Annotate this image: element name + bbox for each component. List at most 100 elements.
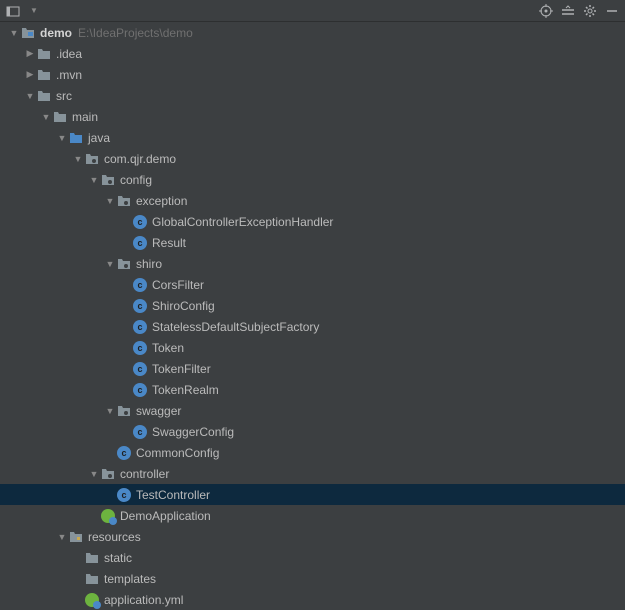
tree-item[interactable]: DemoApplication (0, 505, 625, 526)
tree-item-label: CommonConfig (136, 446, 219, 460)
toolbar-left: ▼ (6, 4, 539, 18)
java-class-icon: c (132, 214, 148, 230)
chevron-down-icon[interactable]: ▼ (104, 259, 116, 269)
chevron-down-icon[interactable]: ▼ (72, 154, 84, 164)
tree-item-path: E:\IdeaProjects\demo (78, 26, 193, 40)
package-icon (84, 151, 100, 167)
java-class-icon: c (132, 361, 148, 377)
folder-icon (52, 109, 68, 125)
collapse-icon[interactable] (561, 4, 575, 18)
package-icon (100, 466, 116, 482)
target-icon[interactable] (539, 4, 553, 18)
tree-item[interactable]: cTokenRealm (0, 379, 625, 400)
chevron-down-icon[interactable]: ▼ (56, 532, 68, 542)
tree-item-label: templates (104, 572, 156, 586)
chevron-down-icon[interactable]: ▼ (104, 406, 116, 416)
tree-item-label: src (56, 89, 72, 103)
tree-item[interactable]: ▼ config (0, 169, 625, 190)
tree-item-label: config (120, 173, 152, 187)
java-class-icon: c (132, 340, 148, 356)
chevron-right-icon[interactable]: ▶ (24, 48, 36, 59)
package-icon (116, 403, 132, 419)
tree-item-label: exception (136, 194, 187, 208)
tree-item[interactable]: ▼controller (0, 463, 625, 484)
tree-item[interactable]: ▼ swagger (0, 400, 625, 421)
tree-item[interactable]: ▼ resources (0, 526, 625, 547)
tree-item-label: CorsFilter (152, 278, 204, 292)
toolbar: ▼ (0, 0, 625, 22)
tree-item-label: demo (40, 26, 72, 40)
tree-item[interactable]: ▼ java (0, 127, 625, 148)
spring-icon (84, 592, 100, 608)
package-icon (100, 172, 116, 188)
tree-item-label: Token (152, 341, 184, 355)
package-icon (116, 256, 132, 272)
tree-item-label: GlobalControllerExceptionHandler (152, 215, 333, 229)
tree-item-label: DemoApplication (120, 509, 211, 523)
tree-item[interactable]: cResult (0, 232, 625, 253)
tree-item-label: SwaggerConfig (152, 425, 234, 439)
tree-item-label: shiro (136, 257, 162, 271)
module-icon (20, 25, 36, 41)
tree-item[interactable]: cShiroConfig (0, 295, 625, 316)
project-tab-icon (6, 4, 20, 18)
chevron-down-icon[interactable]: ▼ (56, 133, 68, 143)
chevron-down-icon[interactable]: ▼ (88, 175, 100, 185)
chevron-right-icon[interactable]: ▶ (24, 69, 36, 80)
java-class-icon: c (132, 382, 148, 398)
tree-item[interactable]: c GlobalControllerExceptionHandler (0, 211, 625, 232)
tree-item[interactable]: application.yml (0, 589, 625, 610)
tree-item[interactable]: ▼ com.qjr.demo (0, 148, 625, 169)
tree-item[interactable]: c TokenFilter (0, 358, 625, 379)
package-icon (116, 193, 132, 209)
tree-item[interactable]: c CorsFilter (0, 274, 625, 295)
tree-item[interactable]: ▼ exception (0, 190, 625, 211)
tree-item[interactable]: c SwaggerConfig (0, 421, 625, 442)
tree-item[interactable]: ▶ .mvn (0, 64, 625, 85)
tree-item-label: resources (88, 530, 141, 544)
folder-icon (36, 67, 52, 83)
tree-item-label: swagger (136, 404, 181, 418)
tree-item[interactable]: c StatelessDefaultSubjectFactory (0, 316, 625, 337)
tree-item-label: .idea (56, 47, 82, 61)
java-class-icon: c (132, 424, 148, 440)
tree-item-label: com.qjr.demo (104, 152, 176, 166)
tree-item-label: main (72, 110, 98, 124)
chevron-down-icon[interactable]: ▼ (8, 28, 20, 38)
tree-item[interactable]: ▼ src (0, 85, 625, 106)
tree-item[interactable]: ▶ .idea (0, 43, 625, 64)
project-tree: ▼ demo E:\IdeaProjects\demo ▶ .idea ▶ .mvn ▼ src… (0, 22, 625, 610)
tree-item-label: StatelessDefaultSubjectFactory (152, 320, 319, 334)
tree-item-label: TokenFilter (152, 362, 211, 376)
tree-item[interactable]: ▼ shiro (0, 253, 625, 274)
java-class-icon: c (132, 319, 148, 335)
chevron-down-icon[interactable]: ▼ (88, 469, 100, 479)
tree-item[interactable]: c Token (0, 337, 625, 358)
tree-item[interactable]: templates (0, 568, 625, 589)
chevron-down-icon[interactable]: ▼ (40, 112, 52, 122)
tree-item-label: TestController (136, 488, 210, 502)
java-class-icon: c (132, 277, 148, 293)
tree-item[interactable]: ▼ main (0, 106, 625, 127)
source-folder-icon (68, 130, 84, 146)
java-class-icon: c (116, 487, 132, 503)
tree-item-label: ShiroConfig (152, 299, 215, 313)
tree-item-label: .mvn (56, 68, 82, 82)
folder-icon (36, 88, 52, 104)
chevron-down-icon[interactable]: ▼ (104, 196, 116, 206)
tree-item-label: static (104, 551, 132, 565)
java-class-icon: c (116, 445, 132, 461)
folder-icon (84, 571, 100, 587)
tree-item[interactable]: c CommonConfig (0, 442, 625, 463)
gear-icon[interactable] (583, 4, 597, 18)
tree-item[interactable]: ▼ demo E:\IdeaProjects\demo (0, 22, 625, 43)
project-dropdown-icon[interactable]: ▼ (30, 6, 38, 15)
tree-item-label: java (88, 131, 110, 145)
minimize-icon[interactable] (605, 4, 619, 18)
chevron-down-icon[interactable]: ▼ (24, 91, 36, 101)
resources-folder-icon (68, 529, 84, 545)
tree-item[interactable]: static (0, 547, 625, 568)
tree-item-label: Result (152, 236, 186, 250)
tree-item[interactable]: c TestController (0, 484, 625, 505)
folder-icon (84, 550, 100, 566)
